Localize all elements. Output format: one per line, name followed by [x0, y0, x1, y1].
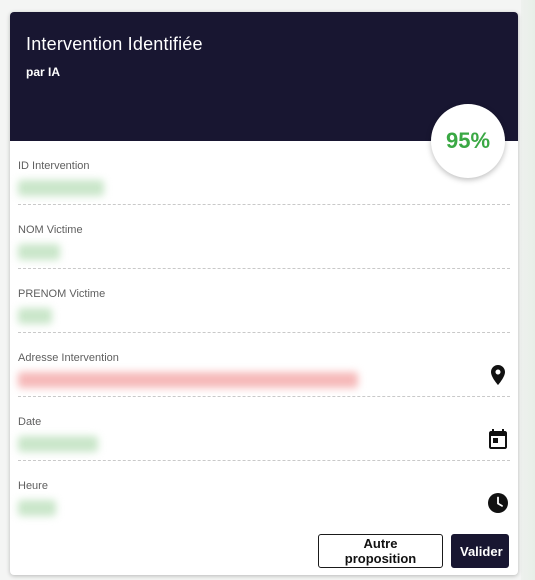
field-value-redacted: [18, 436, 98, 452]
validate-button[interactable]: Valider: [451, 534, 509, 568]
confidence-score: 95%: [445, 128, 491, 153]
field-adresse-intervention[interactable]: Adresse Intervention: [10, 333, 510, 397]
field-date[interactable]: Date: [10, 397, 510, 461]
other-proposal-button[interactable]: Autre proposition: [318, 534, 443, 568]
location-pin-icon[interactable]: [486, 363, 510, 387]
card-subtitle: par IA: [26, 65, 61, 79]
confidence-badge: 95%: [431, 104, 505, 178]
clock-icon[interactable]: [486, 491, 510, 515]
field-label: PRENOM Victime: [18, 288, 106, 300]
field-label: Heure: [18, 480, 48, 492]
card-title: Intervention Identifiée: [26, 34, 203, 54]
intervention-card: Intervention Identifiée par IA 95% ID In…: [10, 12, 518, 575]
field-label: ID Intervention: [18, 160, 90, 172]
field-value-redacted: [18, 244, 60, 260]
background-panel: [521, 0, 535, 580]
field-label: NOM Victime: [18, 224, 83, 236]
field-heure[interactable]: Heure: [10, 461, 510, 525]
field-value-redacted: [18, 372, 358, 388]
field-prenom-victime[interactable]: PRENOM Victime: [10, 269, 510, 333]
field-label: Adresse Intervention: [18, 352, 119, 364]
field-value-redacted: [18, 500, 56, 516]
field-value-redacted: [18, 308, 52, 324]
field-label: Date: [18, 416, 42, 428]
field-nom-victime[interactable]: NOM Victime: [10, 205, 510, 269]
field-value-redacted: [18, 180, 104, 196]
calendar-icon[interactable]: [486, 427, 510, 451]
